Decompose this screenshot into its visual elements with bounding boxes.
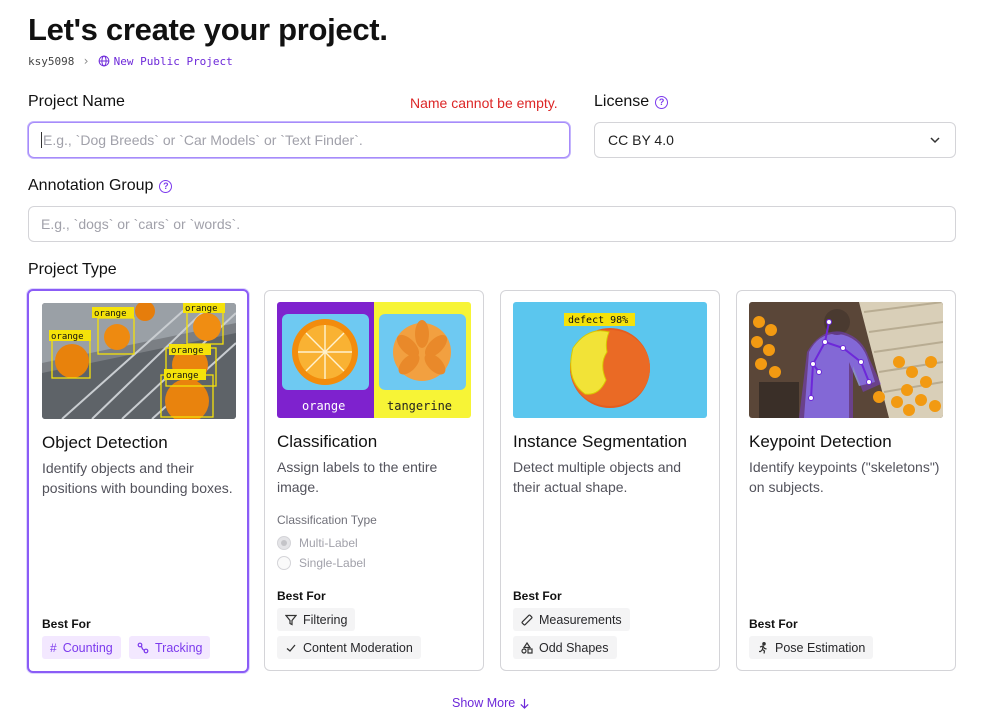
project-name-input[interactable]: E.g., `Dog Breeds` or `Car Models` or `T…: [28, 122, 570, 158]
project-type-label-text: Project Type: [28, 261, 117, 278]
radio-single-label[interactable]: Single-Label: [277, 556, 366, 570]
radio-label: Multi-Label: [299, 536, 358, 550]
instance-segmentation-image: defect 98%: [513, 302, 707, 418]
filter-icon: [285, 614, 297, 625]
annotation-group-label-text: Annotation Group: [28, 177, 154, 194]
show-more-button[interactable]: Show More: [452, 696, 530, 710]
object-detection-image: orange orange orange orange orange: [42, 303, 236, 419]
card-object-detection[interactable]: orange orange orange orange orange Objec…: [27, 289, 249, 673]
tag-filtering: Filtering: [277, 608, 356, 631]
card-title: Keypoint Detection: [749, 432, 892, 451]
chevron-right-icon: ›: [82, 54, 90, 68]
classification-image: orange tangerine: [277, 302, 471, 418]
breadcrumb-user[interactable]: ksy5098: [28, 55, 74, 68]
tag-content-moderation: Content Moderation: [277, 636, 421, 659]
person-running-icon: [759, 641, 767, 654]
annotation-group-placeholder: E.g., `dogs` or `cars` or `words`.: [41, 216, 241, 232]
breadcrumb-project-label: New Public Project: [113, 54, 233, 68]
show-more-label: Show More: [452, 696, 516, 710]
best-for-label: Best For: [749, 617, 798, 631]
best-for-label: Best For: [42, 617, 91, 631]
project-name-error: Name cannot be empty.: [410, 95, 558, 111]
tag-counting: # Counting: [42, 636, 121, 659]
license-value: CC BY 4.0: [608, 132, 674, 148]
breadcrumb: ksy5098 › New Public Project: [28, 54, 233, 68]
license-label-text: License: [594, 93, 650, 110]
tag-label: Pose Estimation: [775, 640, 866, 655]
project-type-label: Project Type: [28, 261, 117, 279]
image-label: orange: [171, 346, 204, 356]
tracking-icon: [137, 642, 149, 653]
classification-type-label: Classification Type: [277, 513, 377, 527]
keypoint-detection-image: [749, 302, 943, 418]
image-label: orange: [166, 371, 199, 381]
text-caret: [41, 132, 42, 148]
annotation-group-input[interactable]: E.g., `dogs` or `cars` or `words`.: [28, 206, 956, 242]
help-circle-icon[interactable]: ?: [159, 179, 173, 193]
project-name-label-text: Project Name: [28, 93, 125, 110]
image-label: orange: [302, 399, 345, 413]
radio-indicator: [277, 556, 291, 570]
shapes-icon: [521, 641, 533, 654]
arrow-down-icon: [520, 698, 529, 709]
card-description: Identify keypoints ("skeletons") on subj…: [749, 459, 940, 495]
card-instance-segmentation[interactable]: defect 98% Instance Segmentation Detect …: [500, 290, 720, 671]
card-title: Instance Segmentation: [513, 432, 687, 451]
best-for-label: Best For: [513, 589, 562, 603]
image-label: orange: [94, 309, 127, 319]
tag-tracking: Tracking: [129, 636, 211, 659]
tag-odd-shapes: Odd Shapes: [513, 636, 617, 659]
card-title: Object Detection: [42, 433, 168, 452]
annotation-group-label: Annotation Group ?: [28, 177, 173, 195]
tag-pose-estimation: Pose Estimation: [749, 636, 874, 659]
check-icon: [286, 644, 296, 652]
radio-multi-label[interactable]: Multi-Label: [277, 536, 358, 550]
hash-icon: #: [50, 640, 57, 655]
card-description: Assign labels to the entire image.: [277, 459, 438, 495]
project-name-placeholder: E.g., `Dog Breeds` or `Car Models` or `T…: [43, 132, 363, 148]
breadcrumb-project[interactable]: New Public Project: [98, 55, 233, 68]
tag-measurements: Measurements: [513, 608, 630, 631]
tag-label: Tracking: [155, 640, 203, 655]
ruler-icon: [521, 614, 533, 625]
project-name-label: Project Name: [28, 93, 125, 111]
image-label: defect 98%: [568, 315, 628, 326]
card-classification[interactable]: orange tangerine Classification Assign l…: [264, 290, 484, 671]
image-label: orange: [51, 332, 84, 342]
image-label: tangerine: [387, 399, 452, 413]
card-description: Detect multiple objects and their actual…: [513, 459, 682, 495]
page-title: Let's create your project.: [28, 12, 388, 47]
tag-label: Odd Shapes: [539, 640, 609, 655]
radio-indicator: [277, 536, 291, 550]
radio-label: Single-Label: [299, 556, 366, 570]
globe-icon: [98, 55, 109, 67]
card-description: Identify objects and their positions wit…: [42, 460, 233, 496]
license-label: License ?: [594, 93, 669, 111]
image-label: orange: [185, 304, 218, 314]
card-title: Classification: [277, 432, 378, 451]
chevron-down-icon: [930, 137, 940, 144]
card-keypoint-detection[interactable]: Keypoint Detection Identify keypoints ("…: [736, 290, 956, 671]
help-circle-icon[interactable]: ?: [655, 95, 669, 109]
tag-label: Content Moderation: [303, 640, 413, 655]
tag-label: Measurements: [539, 612, 622, 627]
best-for-label: Best For: [277, 589, 326, 603]
tag-label: Counting: [62, 640, 113, 655]
tag-label: Filtering: [303, 612, 348, 627]
license-select[interactable]: CC BY 4.0: [594, 122, 956, 158]
